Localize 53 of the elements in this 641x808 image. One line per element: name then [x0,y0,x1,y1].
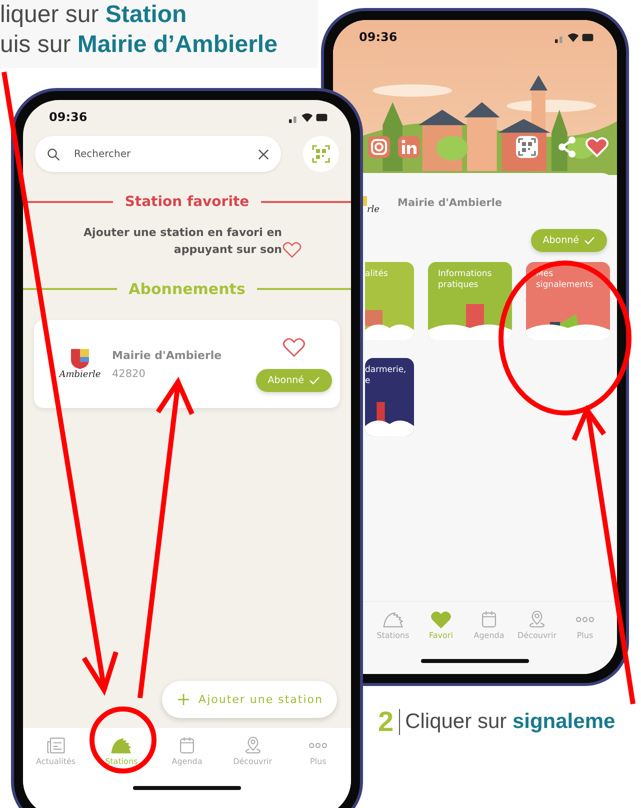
qr-code-icon [311,144,331,164]
qr-code-button[interactable] [303,136,339,172]
newspaper-icon [44,736,67,755]
section-title: Abonnements [128,280,246,298]
hedgehog-icon [110,736,132,755]
nav-tab[interactable]: Découvrir [513,602,561,648]
station-card[interactable]: Ambierle Mairie d'Ambierle 42820 Abonné [34,320,340,408]
nav-tab[interactable]: Favori [417,602,465,648]
status-icons [289,112,329,122]
category-tile[interactable]: Informations pratiques [428,262,512,340]
nav-tab[interactable]: Actualités [23,728,89,774]
close-icon[interactable] [258,148,269,160]
heart-icon[interactable] [585,135,609,159]
check-icon [309,376,320,384]
logo-text: rle [367,205,380,215]
nav-tab[interactable]: Découvrir [220,728,286,774]
subscribed-button[interactable]: Abonné [530,229,607,252]
step-number: 2 [378,706,394,738]
nav-tab[interactable]: Agenda [465,602,513,648]
heart-icon[interactable] [282,336,306,356]
station-name: Mairie d'Ambierle [398,197,502,209]
section-title: Station favorite [124,194,250,210]
category-tile[interactable]: darmerie, e [365,358,414,436]
qr-code-icon[interactable] [515,135,539,159]
subscribed-button[interactable]: Abonné [256,368,332,392]
nav-tab[interactable]: Plus [561,602,609,648]
heart-icon [430,610,452,629]
status-time: 09:36 [49,110,88,124]
nav-tab[interactable]: Stations [369,602,417,648]
nav-tab[interactable]: Plus [285,728,351,774]
caption-text: liquer sur Station [0,0,188,30]
check-icon [584,236,595,245]
linkedin-icon[interactable] [397,135,421,159]
add-station-button[interactable]: Ajouter une station [162,681,337,718]
instagram-icon[interactable] [367,135,391,159]
heart-icon [282,241,302,258]
category-tile[interactable]: alités [365,262,414,340]
annotation-circle [90,706,156,774]
search-input[interactable]: Rechercher [72,148,246,160]
plus-icon [178,694,189,705]
station-name: Mairie d'Ambierle [112,348,223,362]
status-time: 09:36 [359,30,398,44]
search-icon [47,148,60,160]
hint-text: Ajouter une station en favori en appuyant sur son [82,225,282,258]
hedgehog-icon [382,610,404,629]
postal-code: 42820 [112,368,146,380]
nav-tab[interactable]: Stations [88,728,154,774]
nav-tab[interactable]: Agenda [154,728,220,774]
logo-text: Ambierle [59,370,101,380]
search-field[interactable]: Rechercher [35,136,281,172]
status-icons [555,32,595,42]
caption-text: Cliquer sur signaleme [405,710,616,734]
caption-text: uis sur Mairie d’Ambierle [0,30,278,60]
